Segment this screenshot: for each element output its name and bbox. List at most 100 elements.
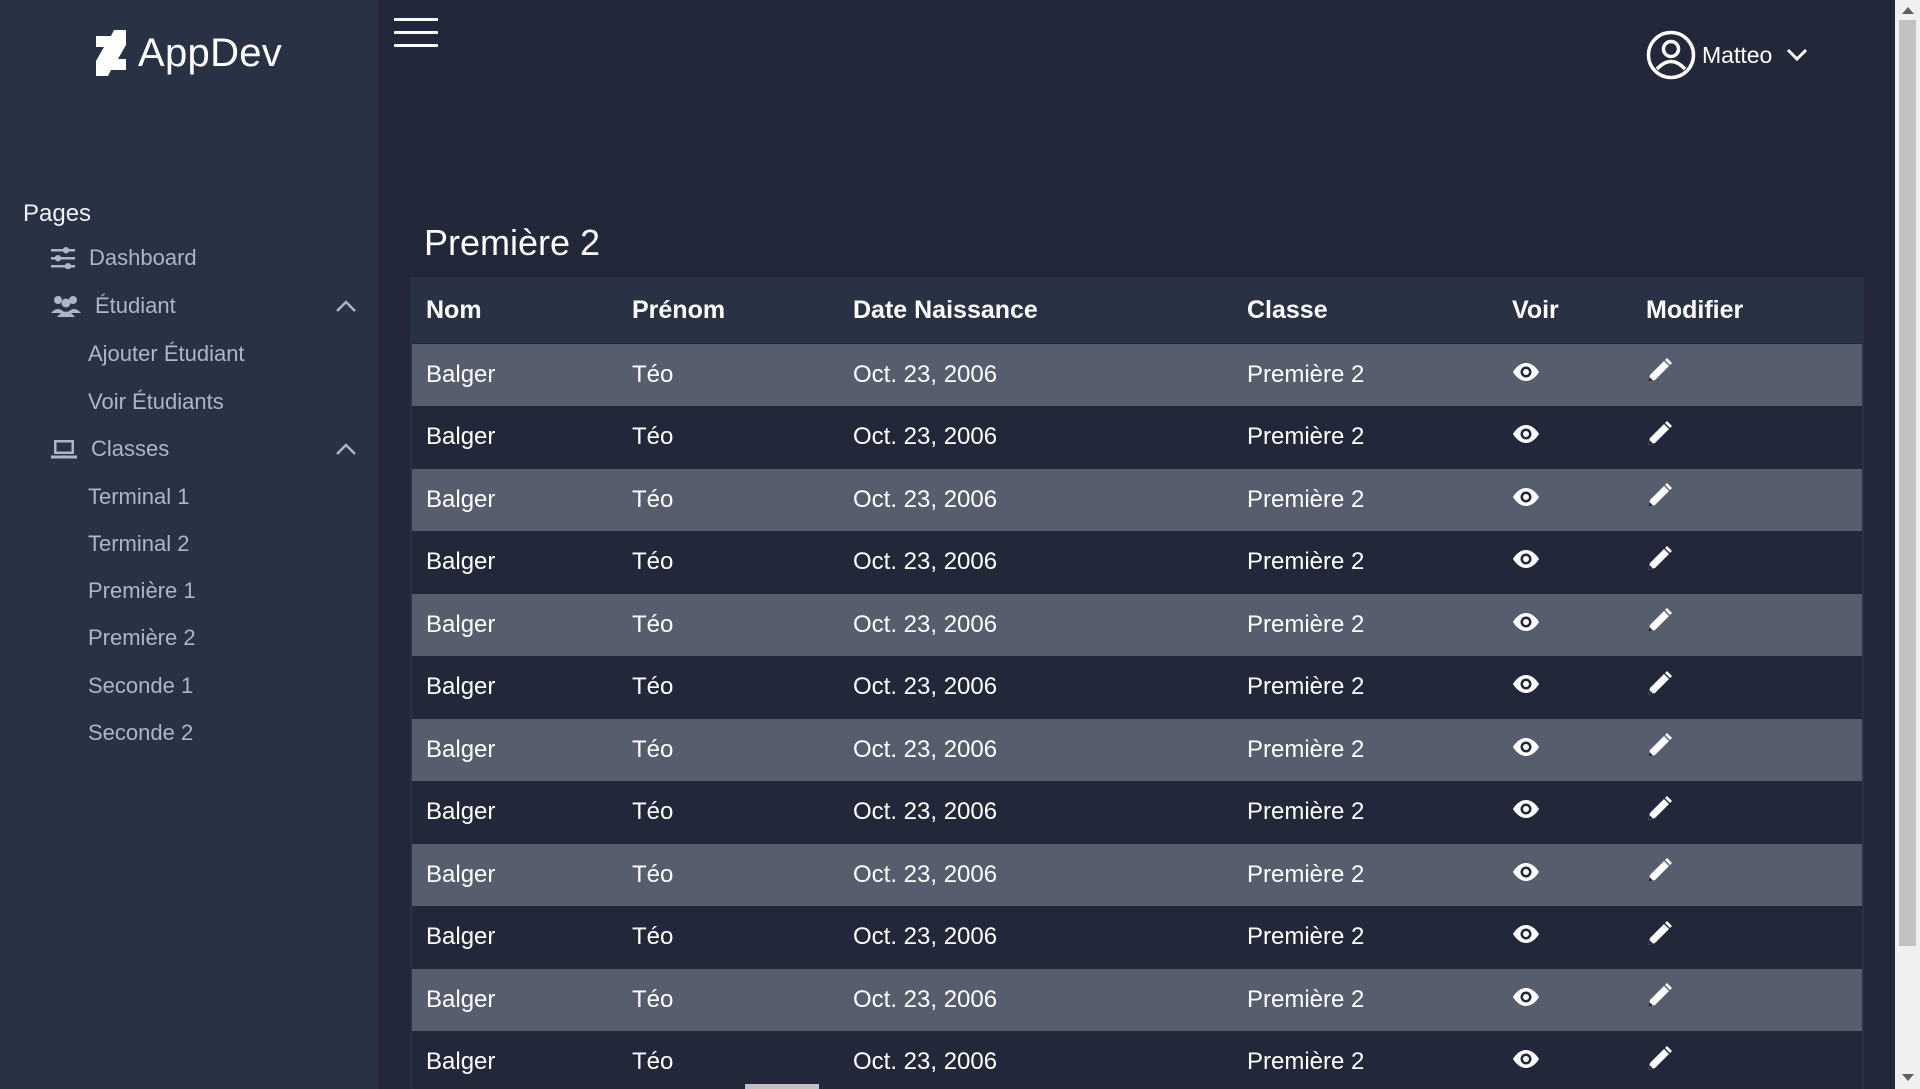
cell-modifier bbox=[1632, 468, 1862, 531]
cell-date-naissance: Oct. 23, 2006 bbox=[839, 780, 1233, 844]
pencil-icon[interactable] bbox=[1646, 608, 1672, 641]
cell-nom: Balger bbox=[412, 343, 618, 406]
eye-icon[interactable] bbox=[1512, 1048, 1540, 1076]
cell-nom: Balger bbox=[412, 593, 618, 656]
sidebar-item-terminal-1[interactable]: Terminal 1 bbox=[88, 484, 189, 510]
user-circle-icon bbox=[1646, 30, 1696, 80]
eye-icon[interactable] bbox=[1512, 611, 1540, 639]
table-row: Balger Téo Oct. 23, 2006 Première 2 bbox=[412, 530, 1862, 594]
column-header-classe[interactable]: Classe bbox=[1233, 277, 1498, 344]
eye-icon[interactable] bbox=[1512, 736, 1540, 764]
table-row: Balger Téo Oct. 23, 2006 Première 2 bbox=[412, 968, 1862, 1031]
column-header-prenom[interactable]: Prénom bbox=[618, 277, 839, 344]
pencil-icon[interactable] bbox=[1646, 1045, 1672, 1079]
pencil-icon[interactable] bbox=[1646, 795, 1672, 829]
cell-classe: Première 2 bbox=[1233, 905, 1498, 969]
scroll-thumb[interactable] bbox=[1899, 20, 1916, 946]
cell-voir bbox=[1498, 530, 1632, 594]
cell-prenom: Téo bbox=[618, 905, 839, 969]
vertical-scrollbar[interactable] bbox=[1895, 0, 1920, 1089]
user-menu[interactable]: Matteo bbox=[1646, 30, 1808, 80]
cell-prenom: Téo bbox=[618, 593, 839, 656]
cell-date-naissance: Oct. 23, 2006 bbox=[839, 718, 1233, 781]
table-row: Balger Téo Oct. 23, 2006 Première 2 bbox=[412, 405, 1862, 469]
table-row: Balger Téo Oct. 23, 2006 Première 2 bbox=[412, 468, 1862, 531]
cell-nom: Balger bbox=[412, 405, 618, 469]
deviantart-logo-icon bbox=[96, 30, 126, 76]
chevron-down-icon[interactable] bbox=[1786, 48, 1808, 62]
pencil-icon[interactable] bbox=[1646, 670, 1672, 704]
sidebar-item-classes[interactable]: Classes bbox=[51, 436, 371, 462]
cell-prenom: Téo bbox=[618, 468, 839, 531]
eye-icon[interactable] bbox=[1512, 548, 1540, 576]
cell-prenom: Téo bbox=[618, 655, 839, 719]
sidebar-item-seconde-1[interactable]: Seconde 1 bbox=[88, 673, 193, 699]
column-header-nom[interactable]: Nom bbox=[412, 277, 618, 344]
cell-date-naissance: Oct. 23, 2006 bbox=[839, 530, 1233, 594]
table-row: Balger Téo Oct. 23, 2006 Première 2 bbox=[412, 905, 1862, 969]
eye-icon[interactable] bbox=[1512, 423, 1540, 451]
cell-modifier bbox=[1632, 593, 1862, 656]
sidebar: AppDev Pages Dashboard Étudiant Ajouter … bbox=[0, 0, 378, 1089]
cell-classe: Première 2 bbox=[1233, 780, 1498, 844]
sidebar-item-ajouter-etudiant[interactable]: Ajouter Étudiant bbox=[88, 341, 245, 367]
scroll-up-arrow-icon[interactable] bbox=[1902, 7, 1914, 14]
pencil-icon[interactable] bbox=[1646, 733, 1672, 766]
horizontal-scroll-thumb[interactable] bbox=[745, 1084, 819, 1089]
cell-classe: Première 2 bbox=[1233, 718, 1498, 781]
chevron-up-icon[interactable] bbox=[335, 442, 357, 456]
user-name: Matteo bbox=[1702, 41, 1773, 68]
sidebar-item-seconde-2[interactable]: Seconde 2 bbox=[88, 720, 193, 746]
hamburger-menu-icon[interactable] bbox=[394, 18, 438, 57]
eye-icon[interactable] bbox=[1512, 486, 1540, 514]
sidebar-item-etudiant[interactable]: Étudiant bbox=[51, 293, 371, 319]
eye-icon[interactable] bbox=[1512, 798, 1540, 826]
cell-voir bbox=[1498, 1030, 1632, 1089]
cell-nom: Balger bbox=[412, 468, 618, 531]
sidebar-item-label: Classes bbox=[91, 436, 170, 461]
students-table-container: Nom Prénom Date Naissance Classe Voir Mo… bbox=[410, 277, 1864, 1089]
scroll-down-arrow-icon[interactable] bbox=[1902, 1074, 1914, 1081]
cell-voir bbox=[1498, 405, 1632, 469]
sidebar-item-terminal-2[interactable]: Terminal 2 bbox=[88, 531, 189, 557]
cell-modifier bbox=[1632, 530, 1862, 594]
sidebar-item-premiere-1[interactable]: Première 1 bbox=[88, 578, 196, 604]
cell-prenom: Téo bbox=[618, 405, 839, 469]
eye-icon[interactable] bbox=[1512, 986, 1540, 1014]
chevron-up-icon[interactable] bbox=[335, 299, 357, 313]
brand-logo[interactable]: AppDev bbox=[94, 30, 282, 76]
cell-date-naissance: Oct. 23, 2006 bbox=[839, 843, 1233, 906]
cell-voir bbox=[1498, 843, 1632, 906]
cell-modifier bbox=[1632, 780, 1862, 844]
cell-prenom: Téo bbox=[618, 968, 839, 1031]
cell-date-naissance: Oct. 23, 2006 bbox=[839, 655, 1233, 719]
pencil-icon[interactable] bbox=[1646, 420, 1672, 454]
column-header-date[interactable]: Date Naissance bbox=[839, 277, 1233, 344]
eye-icon[interactable] bbox=[1512, 861, 1540, 889]
cell-voir bbox=[1498, 593, 1632, 656]
cell-modifier bbox=[1632, 968, 1862, 1031]
eye-icon[interactable] bbox=[1512, 923, 1540, 951]
sidebar-item-dashboard[interactable]: Dashboard bbox=[51, 245, 197, 271]
cell-nom: Balger bbox=[412, 843, 618, 906]
pencil-icon[interactable] bbox=[1646, 858, 1672, 891]
cell-date-naissance: Oct. 23, 2006 bbox=[839, 968, 1233, 1031]
cell-modifier bbox=[1632, 655, 1862, 719]
cell-prenom: Téo bbox=[618, 780, 839, 844]
eye-icon[interactable] bbox=[1512, 673, 1540, 701]
cell-prenom: Téo bbox=[618, 343, 839, 406]
cell-voir bbox=[1498, 468, 1632, 531]
pencil-icon[interactable] bbox=[1646, 920, 1672, 954]
cell-modifier bbox=[1632, 905, 1862, 969]
pencil-icon[interactable] bbox=[1646, 358, 1672, 391]
pencil-icon[interactable] bbox=[1646, 983, 1672, 1016]
eye-icon[interactable] bbox=[1512, 361, 1540, 389]
cell-modifier bbox=[1632, 718, 1862, 781]
pencil-icon[interactable] bbox=[1646, 545, 1672, 579]
sidebar-item-premiere-2[interactable]: Première 2 bbox=[88, 625, 196, 651]
sidebar-item-voir-etudiants[interactable]: Voir Étudiants bbox=[88, 389, 224, 415]
pencil-icon[interactable] bbox=[1646, 483, 1672, 516]
table-body: Balger Téo Oct. 23, 2006 Première 2 Balger Té… bbox=[412, 343, 1862, 1089]
table-row: Balger Téo Oct. 23, 2006 Première 2 bbox=[412, 343, 1862, 406]
table-row: Balger Téo Oct. 23, 2006 Première 2 bbox=[412, 1030, 1862, 1089]
